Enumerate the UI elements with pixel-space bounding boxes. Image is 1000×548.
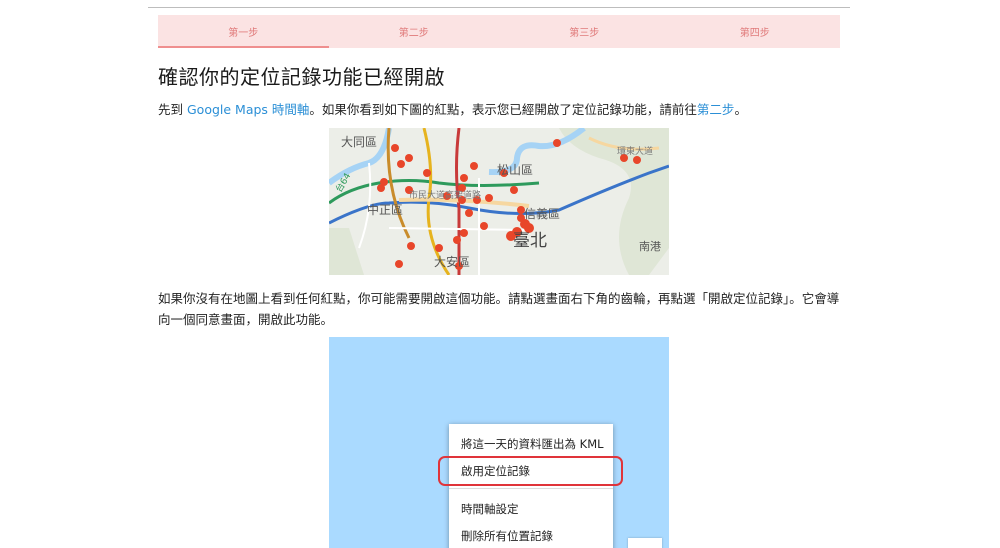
map-control[interactable] [628,538,662,548]
page-title: 確認你的定位記錄功能已經開啟 [158,65,445,89]
step2-link[interactable]: 第二步 [697,102,735,117]
intro-paragraph: 先到 Google Maps 時間軸。如果你看到如下圖的紅點，表示您已經開啟了定… [158,99,747,118]
instruction-paragraph: 如果你沒有在地圖上看到任何紅點，你可能需要開啟這個功能。請點選畫面右下角的齒輪，… [158,291,840,327]
intro-middle: 。如果你看到如下圖的紅點，表示您已經開啟了定位記錄功能，請前往 [309,102,697,117]
step-tabs: 第一步 第二步 第三步 第四步 [158,15,840,48]
location-dot [405,154,413,162]
location-dot [377,184,385,192]
location-dot [480,222,488,230]
map-drawing: 大同區 松山區 中正區 信義區 臺北 大安區 南港 市民大道高架道路 環東大道 … [329,128,669,275]
label-civic-blvd: 市民大道高架道路 [409,189,481,201]
location-dot [391,144,399,152]
label-xinyi: 信義區 [524,206,560,221]
tab-step-1[interactable]: 第一步 [158,15,329,48]
location-dot [395,260,403,268]
location-dot [553,139,561,147]
menu-item-timeline-settings[interactable]: 時間軸設定 [461,501,519,517]
tab-step-2[interactable]: 第二步 [329,15,500,48]
label-huandong: 環東大道 [617,145,653,157]
label-taipei: 臺北 [513,231,547,251]
location-dot [460,229,468,237]
location-dot [485,194,493,202]
timeline-map-image: 大同區 松山區 中正區 信義區 臺北 大安區 南港 市民大道高架道路 環東大道 … [329,128,669,275]
top-divider [148,7,850,8]
timeline-link[interactable]: Google Maps 時間軸 [187,102,309,117]
location-dot [633,156,641,164]
settings-menu: 將這一天的資料匯出為 KML 啟用定位記錄 時間軸設定 刪除所有位置記錄 [449,424,613,548]
menu-item-export-kml[interactable]: 將這一天的資料匯出為 KML [461,436,604,452]
location-dot [397,160,405,168]
location-dot [407,242,415,250]
menu-divider [449,488,613,489]
location-dot [453,236,461,244]
location-dot [423,169,431,177]
label-daan: 大安區 [434,254,470,269]
label-songshan: 松山區 [497,163,533,177]
location-dot [470,162,478,170]
tab-step-4[interactable]: 第四步 [670,15,841,48]
tab-step-3[interactable]: 第三步 [499,15,670,48]
location-dot [510,186,518,194]
intro-prefix: 先到 [158,102,187,117]
label-zhongzheng: 中正區 [367,202,403,217]
highlight-box [438,456,623,486]
label-nangang: 南港 [639,240,661,253]
menu-item-delete-all[interactable]: 刪除所有位置記錄 [461,528,553,544]
location-dot [435,244,443,252]
location-dot [465,209,473,217]
label-datong: 大同區 [341,135,377,149]
location-dot [460,174,468,182]
intro-suffix: 。 [734,102,747,117]
